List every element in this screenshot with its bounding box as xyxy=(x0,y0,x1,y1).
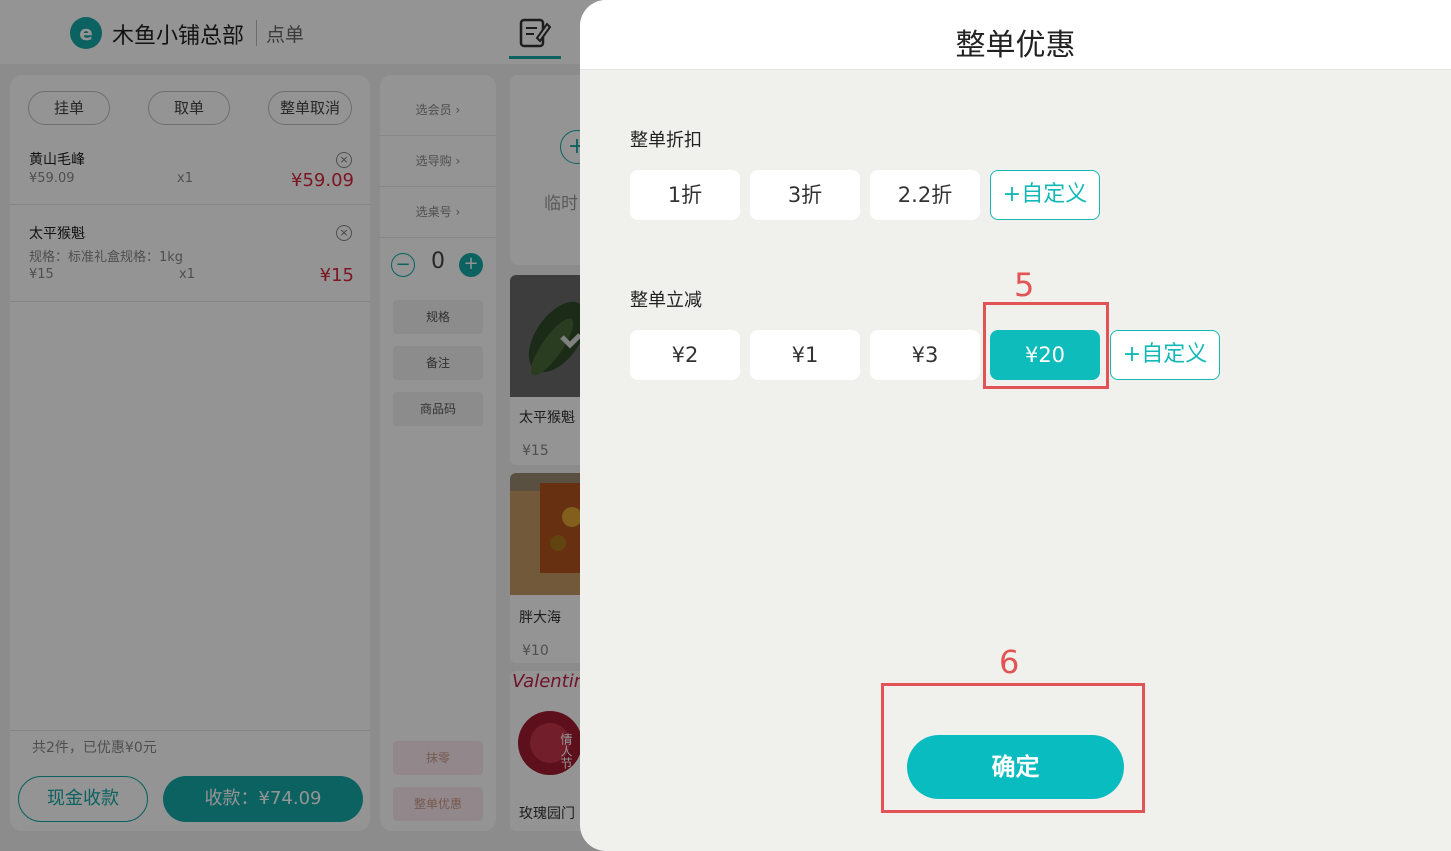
modal-header: 整单优惠 xyxy=(580,0,1451,70)
annotation-box xyxy=(983,302,1109,389)
reduction-section-label: 整单立减 xyxy=(630,290,702,311)
custom-reduction-button[interactable]: +自定义 xyxy=(1110,330,1220,380)
modal-title: 整单优惠 xyxy=(955,28,1076,63)
discount-section-label: 整单折扣 xyxy=(630,130,702,151)
reduction-option[interactable]: ¥2 xyxy=(630,330,740,380)
annotation-box xyxy=(881,683,1145,813)
reduction-option[interactable]: ¥1 xyxy=(750,330,860,380)
discount-option[interactable]: 1折 xyxy=(630,170,740,220)
discount-option[interactable]: 3折 xyxy=(750,170,860,220)
discount-option[interactable]: 2.2折 xyxy=(870,170,980,220)
order-discount-modal: 整单优惠 整单折扣 1折 3折 2.2折 +自定义 整单立减 ¥2 ¥1 ¥3 … xyxy=(580,0,1451,851)
custom-discount-button[interactable]: +自定义 xyxy=(990,170,1100,220)
annotation-number: 6 xyxy=(999,643,1020,681)
annotation-number: 5 xyxy=(1014,266,1035,304)
reduction-option[interactable]: ¥3 xyxy=(870,330,980,380)
